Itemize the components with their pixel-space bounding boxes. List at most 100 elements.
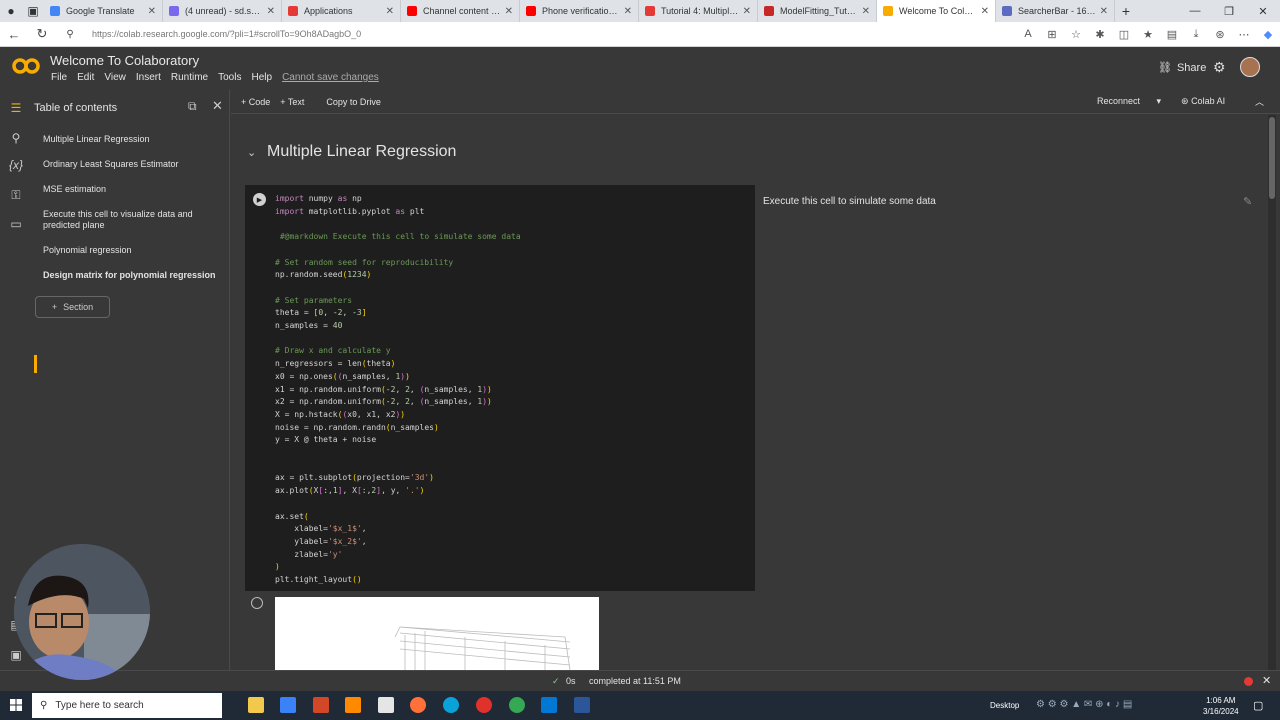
browser-tab[interactable]: ModelFitting_Tutoria ✕ (758, 0, 877, 22)
terminal-icon[interactable]: ▣ (8, 648, 24, 664)
windows-start-icon[interactable] (10, 699, 22, 711)
opera-icon[interactable] (476, 697, 492, 713)
browser-tab[interactable]: Channel content - Yo ✕ (401, 0, 520, 22)
menu-view[interactable]: View (104, 72, 126, 83)
toc-item-multiple-linear-regression[interactable]: Multiple Linear Regression (43, 134, 223, 145)
menu-runtime[interactable]: Runtime (171, 72, 208, 83)
word-icon[interactable] (574, 697, 590, 713)
tab-close-icon[interactable]: ✕ (267, 6, 275, 17)
downloads-icon[interactable]: ⤓ (1184, 28, 1208, 41)
toc-item-visualize-data[interactable]: Execute this cell to visualize data and … (43, 209, 223, 231)
run-cell-button[interactable]: ▶ (253, 193, 266, 206)
extensions-icon[interactable]: ✱ (1088, 28, 1112, 41)
tray-icons[interactable]: ⚙ ⚙ ⚙ ▲ ✉ ⊕ ◐ ♪ ▤ (1036, 699, 1132, 710)
collections-icon[interactable]: ▤ (1160, 28, 1184, 41)
tab-close-icon[interactable]: ✕ (743, 6, 751, 17)
tab-actions-icon[interactable]: ▣ (22, 0, 44, 22)
toc-item-design-matrix[interactable]: Design matrix for polynomial regression (43, 270, 223, 281)
search-icon[interactable]: ⚲ (8, 131, 24, 147)
edit-pencil-icon[interactable]: ✎ (1243, 195, 1252, 208)
toc-item-polynomial-regression[interactable]: Polynomial regression (43, 245, 223, 256)
section-collapse-chevron-icon[interactable]: ⌄ (247, 146, 256, 159)
read-aloud-icon[interactable]: A (1016, 28, 1040, 41)
notebook-title[interactable]: Welcome To Colaboratory (50, 53, 199, 68)
site-info-icon[interactable]: ⚲ (56, 29, 84, 40)
files-folder-icon[interactable]: ▭ (8, 217, 24, 233)
tab-close-icon[interactable]: ✕ (981, 6, 989, 17)
new-tab-button[interactable]: + (1115, 3, 1137, 19)
output-icon[interactable] (251, 597, 263, 609)
favorites-icon[interactable]: ★ (1136, 28, 1160, 41)
back-icon[interactable]: ← (0, 27, 28, 42)
close-status-icon[interactable]: ✕ (1262, 674, 1271, 687)
refresh-icon[interactable]: ↻ (28, 26, 56, 42)
add-code-button[interactable]: + Code (241, 97, 270, 107)
toc-icon[interactable]: ☰ (8, 101, 24, 117)
variables-icon[interactable]: {x} (8, 158, 24, 174)
url-field[interactable]: https://colab.research.google.com/?pli=1… (92, 29, 1016, 39)
taskbar-search[interactable]: ⚲ Type here to search (32, 693, 222, 718)
tab-close-icon[interactable]: ✕ (1100, 6, 1108, 17)
browser-tab[interactable]: Tutorial 4: Multiple li ✕ (639, 0, 758, 22)
share-button[interactable]: ⛓ Share (1158, 61, 1206, 75)
file-explorer-icon[interactable] (248, 697, 264, 713)
scrollbar-thumb[interactable] (1269, 117, 1275, 199)
close-icon[interactable]: ✕ (212, 98, 223, 114)
add-section-button[interactable]: + Section (35, 296, 110, 318)
menu-help[interactable]: Help (251, 72, 272, 83)
copilot-logo-icon[interactable]: ◆ (1256, 28, 1280, 41)
menu-insert[interactable]: Insert (136, 72, 161, 83)
browser-tab[interactable]: Welcome To Colabor ✕ (877, 0, 996, 22)
tab-close-icon[interactable]: ✕ (148, 6, 156, 17)
document-icon[interactable] (378, 697, 394, 713)
add-text-button[interactable]: + Text (280, 97, 304, 107)
chevron-down-icon[interactable]: ▾ (1157, 96, 1162, 106)
copilot-icon[interactable]: ⊛ (1208, 28, 1232, 41)
maximize-icon[interactable]: ❐ (1212, 5, 1246, 18)
notifications-icon[interactable]: ▢ (1253, 699, 1263, 712)
tab-label: Tutorial 4: Multiple li (661, 6, 739, 16)
toc-item-ols-estimator[interactable]: Ordinary Least Squares Estimator (43, 159, 223, 170)
more-menu-icon[interactable]: ⋯ (1232, 28, 1256, 41)
menu-tools[interactable]: Tools (218, 72, 241, 83)
store-icon[interactable] (280, 697, 296, 713)
copy-to-drive-button[interactable]: Copy to Drive (326, 97, 381, 107)
tab-close-icon[interactable]: ✕ (624, 6, 632, 17)
powerpoint-icon[interactable] (313, 697, 329, 713)
avatar[interactable] (1240, 57, 1260, 77)
toc-item-mse-estimation[interactable]: MSE estimation (43, 184, 223, 195)
install-app-icon[interactable]: ⊞ (1040, 28, 1064, 41)
menu-file[interactable]: File (51, 72, 67, 83)
close-window-icon[interactable]: ✕ (1246, 5, 1280, 18)
profile-icon[interactable]: ● (0, 0, 22, 22)
reconnect-button[interactable]: Reconnect ▾ (1097, 96, 1161, 107)
code-editor[interactable]: import numpy as np import matplotlib.pyp… (275, 193, 521, 587)
matlab-icon[interactable] (345, 697, 361, 713)
split-screen-icon[interactable]: ◫ (1112, 28, 1136, 41)
tab-close-icon[interactable]: ✕ (505, 6, 513, 17)
browser-tab[interactable]: Applications ✕ (282, 0, 401, 22)
code-cell[interactable]: ▶ import numpy as np import matplotlib.p… (245, 185, 755, 591)
link-icon: ⛓ (1158, 62, 1172, 74)
desktop-label[interactable]: Desktop (990, 701, 1019, 710)
menu-edit[interactable]: Edit (77, 72, 94, 83)
taskbar-clock[interactable]: 1:06 AM 3/16/2024 (1203, 695, 1239, 717)
collapse-header-icon[interactable]: ︿ (1255, 95, 1264, 108)
firefox-icon[interactable] (410, 697, 426, 713)
gear-icon[interactable]: ⚙ (1213, 59, 1226, 76)
tab-close-icon[interactable]: ✕ (862, 6, 870, 17)
colab-ai-button[interactable]: ⊛ Colab AI (1181, 96, 1225, 107)
favorite-star-icon[interactable]: ☆ (1064, 28, 1088, 41)
browser-tab[interactable]: Google Translate ✕ (44, 0, 163, 22)
browser-tab[interactable]: (4 unread) - sd.shafik ✕ (163, 0, 282, 22)
open-in-tab-icon[interactable]: ⧉ (188, 99, 197, 114)
browser-tab[interactable]: SearcherBar - 16 Ma ✕ (996, 0, 1115, 22)
tab-close-icon[interactable]: ✕ (386, 6, 394, 17)
chrome-icon[interactable] (509, 697, 525, 713)
minimize-icon[interactable]: — (1178, 5, 1212, 18)
edge-icon[interactable] (443, 697, 459, 713)
cannot-save-link[interactable]: Cannot save changes (282, 72, 379, 83)
vscode-icon[interactable] (541, 697, 557, 713)
secrets-key-icon[interactable]: ⚿ (8, 188, 24, 204)
browser-tab[interactable]: Phone verification - Y ✕ (520, 0, 639, 22)
